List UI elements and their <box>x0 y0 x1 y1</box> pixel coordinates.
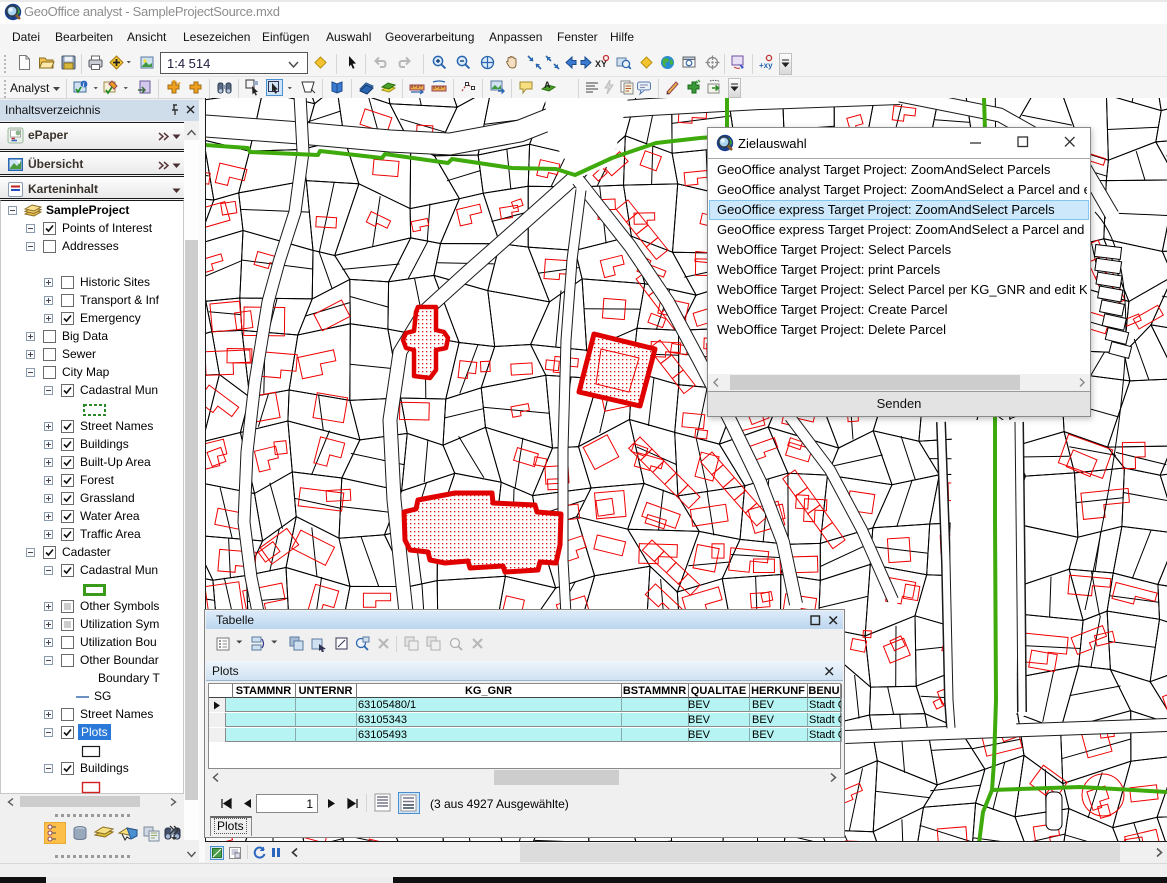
svg-text:+xy: +xy <box>759 61 773 70</box>
svg-text:A: A <box>544 80 551 90</box>
